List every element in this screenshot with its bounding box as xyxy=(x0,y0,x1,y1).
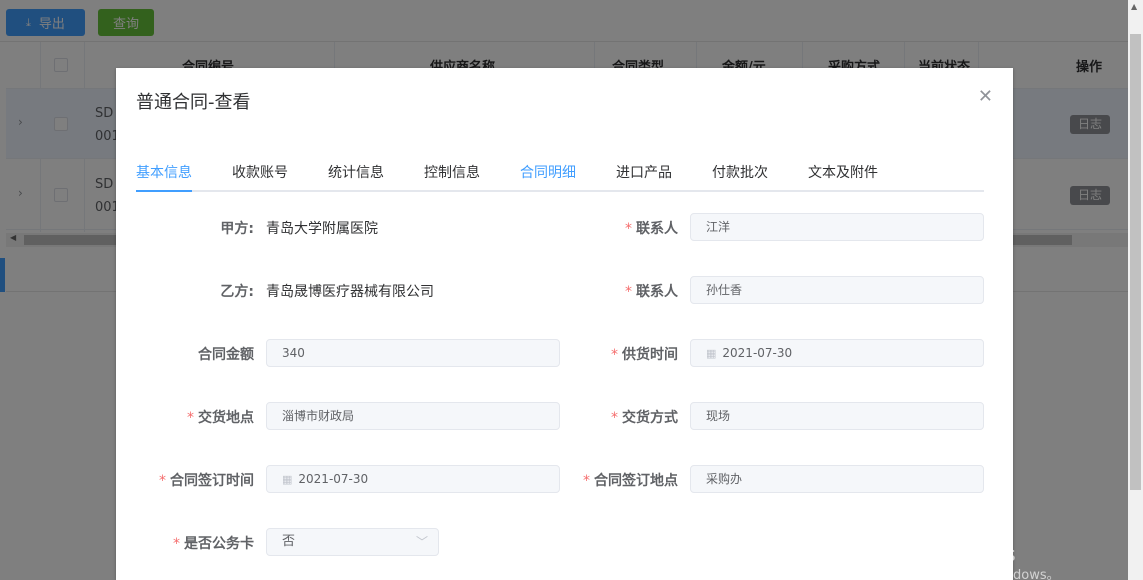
scroll-up-icon[interactable]: ▲ xyxy=(1131,2,1137,11)
delivery-place-label-text: 交货地点 xyxy=(198,410,254,426)
calendar-icon: ▦ xyxy=(282,473,293,486)
sign-time-label: * 合同签订时间 xyxy=(136,470,254,490)
required-mark: * xyxy=(611,347,618,363)
supply-time-label: * 供货时间 xyxy=(560,344,678,364)
supply-time-label-text: 供货时间 xyxy=(622,347,678,363)
official-card-select[interactable]: 否 ﹀ xyxy=(266,528,439,556)
tab-control-info[interactable]: 控制信息 xyxy=(424,162,480,192)
sign-place-input[interactable]: 采购办 xyxy=(690,465,984,493)
required-mark: * xyxy=(159,473,166,489)
tab-contract-details[interactable]: 合同明细 xyxy=(520,162,576,192)
contact-a-label-text: 联系人 xyxy=(636,221,678,237)
contact-b-input[interactable]: 孙仕香 xyxy=(690,276,984,304)
contact-b-label: * 联系人 xyxy=(560,281,678,301)
official-card-label: * 是否公务卡 xyxy=(136,533,254,553)
required-mark: * xyxy=(611,410,618,426)
chevron-down-icon: ﹀ xyxy=(415,535,428,549)
windows-activation-subtext: 转到“设置”以激活 Windows。 xyxy=(880,568,1060,580)
delivery-place-input[interactable]: 淄博市财政局 xyxy=(266,402,560,430)
official-card-label-text: 是否公务卡 xyxy=(184,536,254,552)
contact-a-label: * 联系人 xyxy=(560,218,678,238)
delivery-method-label-text: 交货方式 xyxy=(622,410,678,426)
dialog-tabs: 基本信息 收款账号 统计信息 控制信息 合同明细 进口产品 付款批次 文本及附件 xyxy=(136,162,984,192)
dialog-title: 普通合同-查看 xyxy=(136,92,251,113)
party-b-label: 乙方: xyxy=(220,284,254,300)
delivery-method-label: * 交货方式 xyxy=(560,407,678,427)
sign-place-label-text: 合同签订地点 xyxy=(594,473,678,489)
tab-payee-account[interactable]: 收款账号 xyxy=(232,162,288,192)
amount-input[interactable]: 340 xyxy=(266,339,560,367)
supply-time-picker[interactable]: ▦ 2021-07-30 xyxy=(690,339,984,367)
required-mark: * xyxy=(173,536,180,552)
tab-statistics[interactable]: 统计信息 xyxy=(328,162,384,192)
vertical-scroll-thumb[interactable] xyxy=(1130,34,1141,490)
delivery-method-input[interactable]: 现场 xyxy=(690,402,984,430)
sign-time-value: 2021-07-30 xyxy=(298,472,369,486)
delivery-place-label: * 交货地点 xyxy=(136,407,254,427)
contact-a-input[interactable]: 江洋 xyxy=(690,213,984,241)
contact-b-label-text: 联系人 xyxy=(636,284,678,300)
party-b-value: 青岛晟博医疗器械有限公司 xyxy=(266,284,434,300)
sign-time-picker[interactable]: ▦ 2021-07-30 xyxy=(266,465,560,493)
tab-basic-info[interactable]: 基本信息 xyxy=(136,162,192,192)
contract-view-dialog: 普通合同-查看 ✕ 基本信息 收款账号 统计信息 控制信息 合同明细 进口产品 … xyxy=(116,68,1013,580)
supply-time-value: 2021-07-30 xyxy=(722,346,793,360)
amount-label: 合同金额 xyxy=(198,347,254,363)
required-mark: * xyxy=(625,221,632,237)
required-mark: * xyxy=(625,284,632,300)
tab-text-attachments[interactable]: 文本及附件 xyxy=(808,162,878,192)
party-a-value: 青岛大学附属医院 xyxy=(266,221,378,237)
windows-activation-watermark: 激活 Windows xyxy=(880,542,1016,566)
party-a-label: 甲方: xyxy=(220,221,254,237)
tab-payment-batches[interactable]: 付款批次 xyxy=(712,162,768,192)
sign-time-label-text: 合同签订时间 xyxy=(170,473,254,489)
close-icon[interactable]: ✕ xyxy=(978,86,993,107)
vertical-scrollbar[interactable]: ▲ xyxy=(1128,0,1143,580)
required-mark: * xyxy=(583,473,590,489)
sign-place-label: * 合同签订地点 xyxy=(560,470,678,490)
tab-imported-products[interactable]: 进口产品 xyxy=(616,162,672,192)
official-card-value: 否 xyxy=(282,534,296,549)
required-mark: * xyxy=(187,410,194,426)
calendar-icon: ▦ xyxy=(706,347,717,360)
